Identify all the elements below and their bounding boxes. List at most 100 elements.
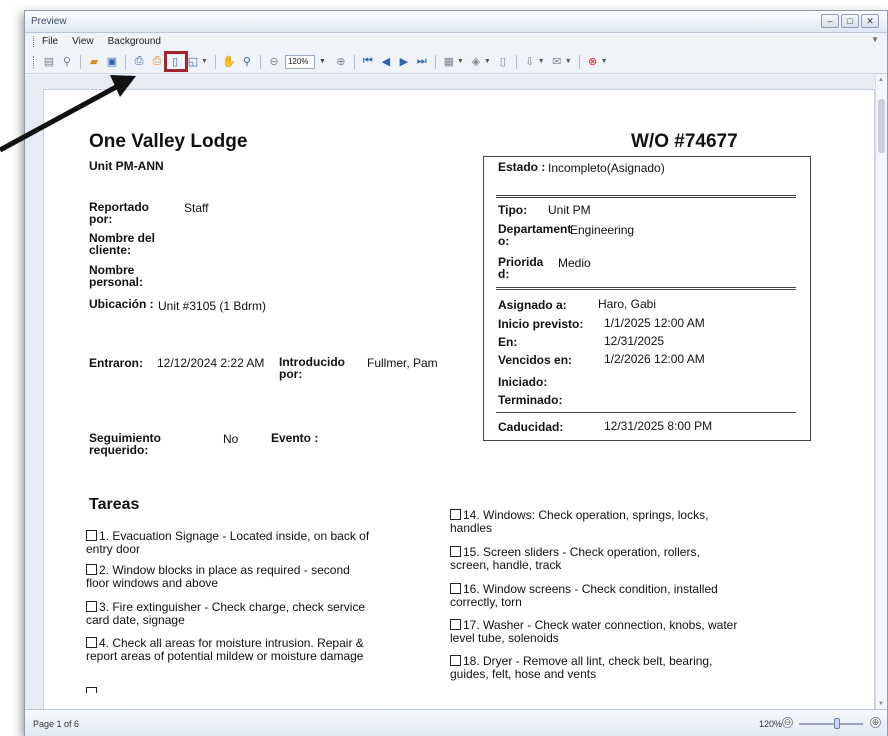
print-highlight-box xyxy=(164,51,188,72)
menu-file[interactable]: File xyxy=(42,36,58,47)
task-text: 14. Windows: Check operation, springs, l… xyxy=(450,508,709,535)
task-checkbox[interactable] xyxy=(450,619,461,630)
menu-grip xyxy=(33,36,36,47)
expiry-value: 12/31/2025 8:00 PM xyxy=(604,419,713,433)
type-label: Tipo: xyxy=(498,203,528,217)
task-checkbox[interactable] xyxy=(86,601,97,612)
close-preview-icon[interactable]: ⊗ xyxy=(585,54,601,70)
toolbar-separator xyxy=(259,54,261,69)
task-checkbox[interactable] xyxy=(86,687,97,693)
task-item[interactable]: 4. Check all areas for moisture intrusio… xyxy=(86,637,376,663)
task-item[interactable]: 17. Washer - Check water connection, kno… xyxy=(450,619,740,645)
task-item[interactable]: 15. Screen sliders - Check operation, ro… xyxy=(450,546,740,572)
print-icon[interactable]: ⎙ xyxy=(131,54,147,70)
task-item[interactable]: 2. Window blocks in place as required - … xyxy=(86,564,376,590)
zoom-slider-thumb[interactable] xyxy=(833,718,840,729)
close-button[interactable]: ✕ xyxy=(861,14,879,28)
status-value: Incompleto(Asignado) xyxy=(548,161,665,175)
multiple-pages-icon[interactable]: ▦ xyxy=(441,54,457,70)
task-item[interactable]: 1. Evacuation Signage - Located inside, … xyxy=(86,530,376,556)
finished-label: Terminado: xyxy=(498,393,563,407)
task-checkbox[interactable] xyxy=(450,655,461,666)
last-page-icon[interactable]: ⏭ xyxy=(414,54,430,70)
scroll-thumb[interactable] xyxy=(878,99,885,153)
toolbar-overflow-icon[interactable]: ▼ xyxy=(601,58,608,65)
task-checkbox[interactable] xyxy=(450,546,461,557)
quick-print-icon[interactable]: ⎙ xyxy=(149,54,165,70)
export-icon[interactable]: ⇩ xyxy=(522,54,538,70)
menu-background[interactable]: Background xyxy=(108,36,161,47)
box-divider xyxy=(496,412,796,413)
personal-name-label: Nombre personal: xyxy=(89,263,144,289)
magnifier-icon[interactable]: ⚲ xyxy=(239,54,255,70)
task-item[interactable]: 14. Windows: Check operation, springs, l… xyxy=(450,509,740,535)
scale-dropdown-icon[interactable]: ▼ xyxy=(201,58,208,65)
multiple-pages-dropdown-icon[interactable]: ▼ xyxy=(457,58,464,65)
color-dropdown-icon[interactable]: ▼ xyxy=(484,58,491,65)
reported-by-value: Staff xyxy=(184,201,209,215)
menu-overflow-icon[interactable]: ▼ xyxy=(871,35,879,44)
department-value: Engineering xyxy=(570,223,635,237)
introduced-by-label: Introducido por: xyxy=(279,355,345,381)
followup-label: Seguimiento requerido: xyxy=(89,431,162,457)
color-icon[interactable]: ◈ xyxy=(468,54,484,70)
task-checkbox[interactable] xyxy=(450,509,461,520)
entered-value: 12/12/2024 2:22 AM xyxy=(157,356,265,370)
export-dropdown-icon[interactable]: ▼ xyxy=(538,58,545,65)
zoom-dropdown-icon[interactable]: ▼ xyxy=(319,58,326,65)
maximize-button[interactable]: □ xyxy=(841,14,859,28)
zoom-slider[interactable] xyxy=(799,718,863,729)
box-divider xyxy=(496,195,796,198)
introduced-by-value: Fullmer, Pam xyxy=(367,356,438,370)
toolbar: ▤ ⚲ ▰ ▣ ⎙ ⎙ ▯ ◱ ▼ ✋ ⚲ ⊖ 120% ▼ ⊕ ⏮ ◀ ▶ ⏭ … xyxy=(25,50,887,74)
assigned-value: Haro, Gabi xyxy=(598,297,657,311)
zoom-in-button[interactable]: ⊕ xyxy=(870,717,881,728)
zoom-out-icon[interactable]: ⊖ xyxy=(266,54,282,70)
next-page-icon[interactable]: ▶ xyxy=(396,54,412,70)
toolbar-separator xyxy=(578,54,580,69)
zoom-percentage: 120% xyxy=(758,719,782,729)
property-name: One Valley Lodge xyxy=(89,131,248,152)
toolbar-separator xyxy=(214,54,216,69)
document-map-icon[interactable]: ▤ xyxy=(41,54,57,70)
save-icon[interactable]: ▣ xyxy=(104,54,120,70)
minimize-button[interactable]: – xyxy=(821,14,839,28)
task-checkbox[interactable] xyxy=(86,637,97,648)
search-binoculars-icon[interactable]: ⚲ xyxy=(59,54,75,70)
preview-area[interactable]: One Valley Lodge W/O #74677 Unit PM-ANN … xyxy=(25,75,875,709)
watermark-icon[interactable]: ▯ xyxy=(495,54,511,70)
task-checkbox[interactable] xyxy=(86,564,97,575)
tasks-heading: Tareas xyxy=(89,496,140,513)
open-folder-icon[interactable]: ▰ xyxy=(86,54,102,70)
en-value: 12/31/2025 xyxy=(604,334,665,348)
event-label: Evento : xyxy=(271,431,319,445)
window-controls: – □ ✕ xyxy=(821,14,879,28)
task-item[interactable]: 16. Window screens - Check condition, in… xyxy=(450,583,740,609)
menu-view[interactable]: View xyxy=(72,36,94,47)
start-value: 1/1/2025 12:00 AM xyxy=(604,316,705,330)
task-item[interactable]: 3. Fire extinguisher - Check charge, che… xyxy=(86,601,376,627)
unit-label: Unit PM-ANN xyxy=(89,159,164,173)
task-checkbox[interactable] xyxy=(450,583,461,594)
scroll-down-icon[interactable]: ▼ xyxy=(878,701,884,707)
email-dropdown-icon[interactable]: ▼ xyxy=(565,58,572,65)
zoom-input[interactable]: 120% xyxy=(284,54,315,69)
zoom-in-icon[interactable]: ⊕ xyxy=(333,54,349,70)
zoom-out-button[interactable]: ⊖ xyxy=(782,717,793,728)
task-text: 4. Check all areas for moisture intrusio… xyxy=(86,636,364,663)
task-checkbox[interactable] xyxy=(86,530,97,541)
hand-tool-icon[interactable]: ✋ xyxy=(221,54,237,70)
type-value: Unit PM xyxy=(548,203,591,217)
task-text: 17. Washer - Check water connection, kno… xyxy=(450,618,738,645)
scroll-up-icon[interactable]: ▲ xyxy=(878,77,884,83)
en-label: En: xyxy=(498,335,518,349)
task-text: 2. Window blocks in place as required - … xyxy=(86,563,350,590)
entered-label: Entraron: xyxy=(89,356,143,370)
first-page-icon[interactable]: ⏮ xyxy=(360,54,376,70)
vertical-scrollbar[interactable]: ▲ ▼ xyxy=(875,75,887,709)
toolbar-separator xyxy=(434,54,436,69)
previous-page-icon[interactable]: ◀ xyxy=(378,54,394,70)
email-icon[interactable]: ✉ xyxy=(549,54,565,70)
task-item[interactable]: 18. Dryer - Remove all lint, check belt,… xyxy=(450,655,740,681)
window-title: Preview xyxy=(31,16,67,27)
